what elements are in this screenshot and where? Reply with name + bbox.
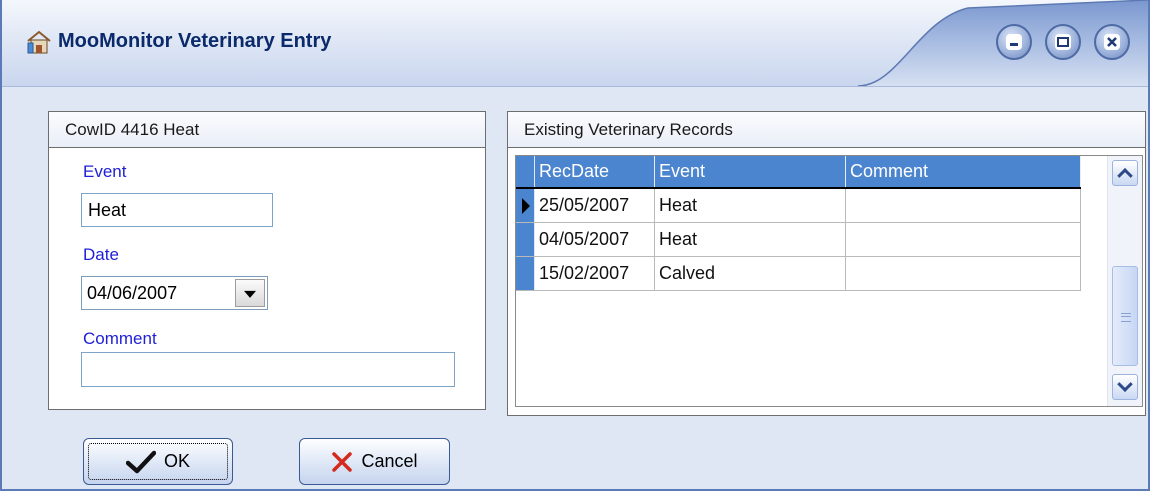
scroll-down-button[interactable] bbox=[1112, 374, 1138, 400]
maximize-button[interactable] bbox=[1045, 24, 1081, 60]
cell-event[interactable]: Heat bbox=[654, 188, 846, 223]
close-button[interactable] bbox=[1094, 24, 1130, 60]
current-row-pointer-icon bbox=[522, 197, 530, 214]
entry-panel-header: CowID 4416 Heat bbox=[49, 112, 485, 148]
date-label: Date bbox=[83, 245, 119, 264]
cancel-button-label: Cancel bbox=[361, 451, 418, 471]
scroll-up-button[interactable] bbox=[1112, 160, 1138, 186]
cell-comment[interactable] bbox=[845, 256, 1081, 291]
cell-event[interactable]: Heat bbox=[654, 222, 846, 257]
veterinary-entry-window: MooMonitor Veterinary Entry CowID 4416 H… bbox=[0, 0, 1150, 491]
column-header-event[interactable]: Event bbox=[654, 156, 846, 189]
ok-button-label: OK bbox=[163, 451, 190, 471]
window-title: MooMonitor Veterinary Entry bbox=[58, 30, 332, 52]
column-header-recdate[interactable]: RecDate bbox=[534, 156, 655, 189]
table-row[interactable]: 04/05/2007 Heat bbox=[516, 222, 1081, 257]
cell-comment[interactable] bbox=[845, 188, 1081, 223]
chevron-up-icon bbox=[1117, 167, 1133, 184]
grip-icon bbox=[1121, 313, 1131, 322]
table-row[interactable]: 25/05/2007 Heat bbox=[516, 188, 1081, 223]
cell-recdate[interactable]: 25/05/2007 bbox=[534, 188, 655, 223]
cell-recdate[interactable]: 15/02/2007 bbox=[534, 256, 655, 291]
column-header-comment[interactable]: Comment bbox=[845, 156, 1081, 189]
cancel-button[interactable]: Cancel bbox=[299, 438, 450, 485]
event-field[interactable] bbox=[81, 193, 273, 227]
date-dropdown-button[interactable] bbox=[235, 279, 265, 307]
comment-field[interactable] bbox=[81, 352, 455, 387]
entry-panel: CowID 4416 Heat Event Date 04/06/2007 Co… bbox=[48, 111, 486, 410]
records-grid[interactable]: RecDate Event Comment 25/05/2007 Heat 04… bbox=[515, 155, 1143, 407]
table-row[interactable]: 15/02/2007 Calved bbox=[516, 256, 1081, 291]
grid-corner-header[interactable] bbox=[516, 156, 535, 189]
records-panel-header: Existing Veterinary Records bbox=[508, 112, 1145, 148]
title-bar[interactable]: MooMonitor Veterinary Entry bbox=[2, 0, 1148, 87]
checkmark-icon bbox=[125, 450, 156, 473]
date-picker[interactable]: 04/06/2007 bbox=[81, 276, 268, 310]
minimize-icon bbox=[1006, 34, 1022, 50]
scroll-thumb[interactable] bbox=[1112, 266, 1138, 366]
row-header[interactable] bbox=[516, 222, 535, 257]
event-label: Event bbox=[83, 162, 127, 181]
cell-comment[interactable] bbox=[845, 222, 1081, 257]
barn-icon bbox=[27, 30, 51, 54]
cell-event[interactable]: Calved bbox=[654, 256, 846, 291]
x-icon bbox=[332, 451, 353, 472]
ok-button[interactable]: OK bbox=[83, 438, 233, 485]
comment-label: Comment bbox=[83, 329, 157, 348]
date-value: 04/06/2007 bbox=[87, 283, 178, 303]
cell-recdate[interactable]: 04/05/2007 bbox=[534, 222, 655, 257]
chevron-down-icon bbox=[244, 290, 256, 298]
vertical-scrollbar[interactable] bbox=[1107, 156, 1142, 406]
records-table: RecDate Event Comment 25/05/2007 Heat 04… bbox=[516, 156, 1081, 291]
close-icon bbox=[1104, 34, 1120, 50]
row-header[interactable] bbox=[516, 256, 535, 291]
chevron-down-icon bbox=[1117, 376, 1133, 393]
maximize-icon bbox=[1055, 34, 1071, 50]
minimize-button[interactable] bbox=[996, 24, 1032, 60]
row-header-current[interactable] bbox=[516, 188, 535, 223]
